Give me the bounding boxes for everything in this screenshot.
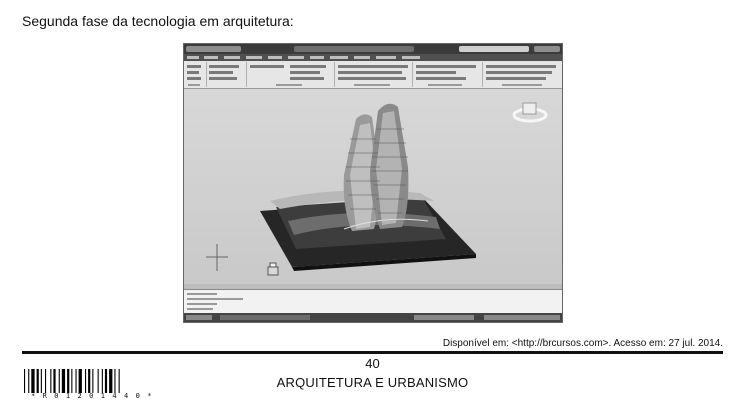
section-heading: Segunda fase da tecnologia em arquitetur… xyxy=(22,13,294,29)
view-cube-icon xyxy=(512,102,548,123)
cad-screenshot-figure xyxy=(183,43,563,323)
cad-3d-viewport xyxy=(184,89,562,284)
ucs-axes-icon xyxy=(206,244,228,271)
image-source-caption: Disponível em: <http://brcursos.com>. Ac… xyxy=(442,338,723,349)
small-car-icon xyxy=(267,262,279,276)
footer-separator xyxy=(22,351,723,354)
barcode-number: * R 0 1 2 0 1 4 4 0 * xyxy=(30,392,154,400)
cad-title-bar xyxy=(184,44,562,54)
top-cropped-text xyxy=(0,2,745,8)
building-model-illustration xyxy=(260,103,476,271)
cad-menu-bar xyxy=(184,54,562,61)
status-bar xyxy=(184,313,562,322)
cad-ribbon xyxy=(184,61,562,89)
command-line-area xyxy=(184,289,562,314)
barcode-icon xyxy=(24,369,120,393)
